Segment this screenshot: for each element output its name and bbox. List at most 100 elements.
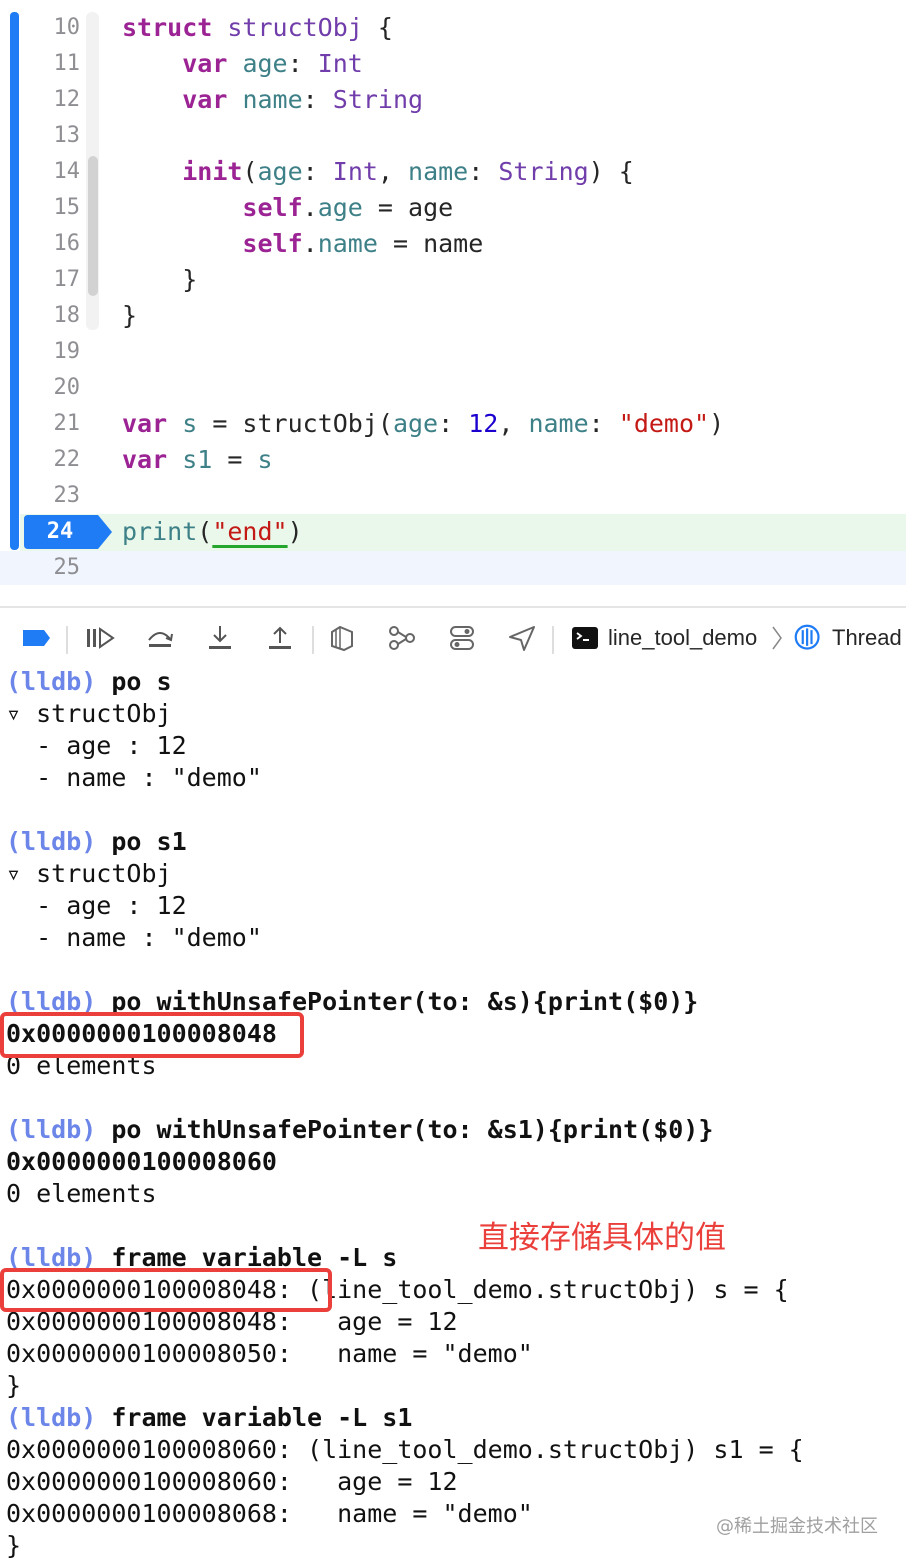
console-line: (lldb) po withUnsafePointer(to: &s1){pri… [6, 1114, 713, 1146]
code-token: Int [317, 49, 363, 78]
console-text: } [6, 1531, 22, 1560]
line-number[interactable]: 13 [20, 118, 81, 154]
code-token: : [302, 85, 333, 114]
line-number[interactable]: 19 [20, 334, 81, 370]
code-token: s [182, 409, 198, 438]
code-token: var [182, 49, 228, 78]
line-number[interactable]: 20 [20, 370, 81, 406]
code-line[interactable]: 15 self.age = age [0, 190, 906, 226]
process-name[interactable]: line_tool_demo [608, 622, 757, 654]
code-token: init [182, 157, 243, 186]
code-token: , [498, 409, 529, 438]
line-number[interactable]: 23 [20, 478, 81, 514]
line-number[interactable]: 21 [20, 406, 81, 442]
line-number[interactable]: 10 [20, 10, 81, 46]
debug-toolbar: line_tool_demo Thread [0, 606, 906, 668]
console-line: - name : "demo" [6, 762, 262, 794]
watermark: @稀土掘金技术社区 [716, 1516, 878, 1537]
code-line[interactable]: 10 struct structObj { [0, 10, 906, 46]
console-text: ▿ structObj [6, 699, 172, 728]
thread-selector[interactable]: Thread [832, 622, 902, 654]
toggle-breakpoints-icon[interactable] [20, 624, 52, 652]
code-line[interactable]: 22 var s1 = s [0, 442, 906, 478]
code-token: , [377, 157, 409, 186]
code-token: : [438, 409, 469, 438]
code-token: ( [242, 157, 258, 186]
code-token: s1 [182, 445, 213, 474]
code-token: "demo" [618, 409, 710, 438]
code-line[interactable]: 21 var s = structObj(age: 12, name: "demo… [0, 406, 906, 442]
line-number[interactable]: 22 [20, 442, 81, 478]
line-number[interactable]: 18 [20, 298, 81, 334]
code-line[interactable]: 25 [0, 550, 906, 586]
lldb-prompt: (lldb) [6, 667, 97, 696]
code-token: . [302, 229, 318, 258]
code-token: s [257, 445, 273, 474]
code-text: var name: String [122, 82, 423, 118]
chevron-right-icon [772, 626, 782, 650]
lldb-prompt: (lldb) [6, 827, 97, 856]
code-line[interactable]: 11 var age: Int [0, 46, 906, 82]
step-out-icon[interactable] [264, 624, 296, 652]
line-number[interactable]: 16 [20, 226, 81, 262]
code-token: name [317, 229, 378, 258]
console-line: ▿ structObj [6, 858, 172, 890]
code-line[interactable]: 20 [0, 370, 906, 406]
code-token: ) [709, 409, 725, 438]
line-number[interactable]: 17 [20, 262, 81, 298]
step-into-icon[interactable] [204, 624, 236, 652]
code-token: = [212, 445, 258, 474]
code-token: : [302, 157, 333, 186]
memory-graph-icon[interactable] [386, 624, 418, 652]
code-token: } [122, 301, 138, 330]
console-line: - age : 12 [6, 730, 187, 762]
line-number[interactable]: 14 [20, 154, 81, 190]
code-token: : [468, 157, 499, 186]
step-over-icon[interactable] [144, 624, 176, 652]
simulate-location-icon[interactable] [506, 624, 538, 652]
code-line[interactable]: 12 var name: String [0, 82, 906, 118]
toolbar-separator [66, 626, 68, 654]
console-text: 0x0000000100008068: name = "demo" [6, 1499, 533, 1528]
code-line[interactable]: 23 [0, 478, 906, 514]
line-number[interactable]: 12 [20, 82, 81, 118]
code-line[interactable]: 14 init(age: Int, name: String) { [0, 154, 906, 190]
toolbar-separator [552, 626, 554, 654]
code-editor[interactable]: 10 struct structObj {11 var age: Int 12 va… [0, 0, 906, 588]
code-line[interactable]: 19 [0, 334, 906, 370]
code-token: { [362, 13, 393, 42]
console-line: 0x0000000100008068: name = "demo" [6, 1498, 533, 1530]
line-number[interactable]: 15 [20, 190, 81, 226]
console-text: - name : "demo" [6, 763, 262, 792]
console-line: - name : "demo" [6, 922, 262, 954]
debug-console[interactable]: (lldb) po s ▿ structObj - age : 12 - name… [0, 666, 906, 1564]
code-token: name [242, 85, 303, 114]
code-token: ( [197, 517, 213, 546]
code-line[interactable]: 17 } [0, 262, 906, 298]
environment-overrides-icon[interactable] [446, 624, 478, 652]
code-token: var [122, 445, 168, 474]
code-text: var s1 = s [122, 442, 273, 478]
code-text: self.name = name [122, 226, 483, 262]
code-token: : [588, 409, 619, 438]
view-hierarchy-icon[interactable] [326, 624, 358, 652]
code-line[interactable]: 24 print("end") [0, 514, 906, 550]
code-line[interactable]: 13 [0, 118, 906, 154]
code-line[interactable]: 16 self.name = name [0, 226, 906, 262]
code-text: } [122, 262, 197, 298]
code-line[interactable]: 18} [0, 298, 906, 334]
continue-icon[interactable] [84, 624, 116, 652]
console-line: 0x0000000100008060: (line_tool_demo.stru… [6, 1434, 804, 1466]
code-token: name [408, 157, 469, 186]
console-text: 0x0000000100008050: name = "demo" [6, 1339, 533, 1368]
line-number[interactable]: 24 [24, 514, 96, 548]
line-number[interactable]: 25 [20, 550, 81, 586]
console-text: 0 elements [6, 1179, 157, 1208]
code-token: } [122, 265, 198, 294]
code-token: var [122, 409, 168, 438]
line-number[interactable]: 11 [20, 46, 81, 82]
